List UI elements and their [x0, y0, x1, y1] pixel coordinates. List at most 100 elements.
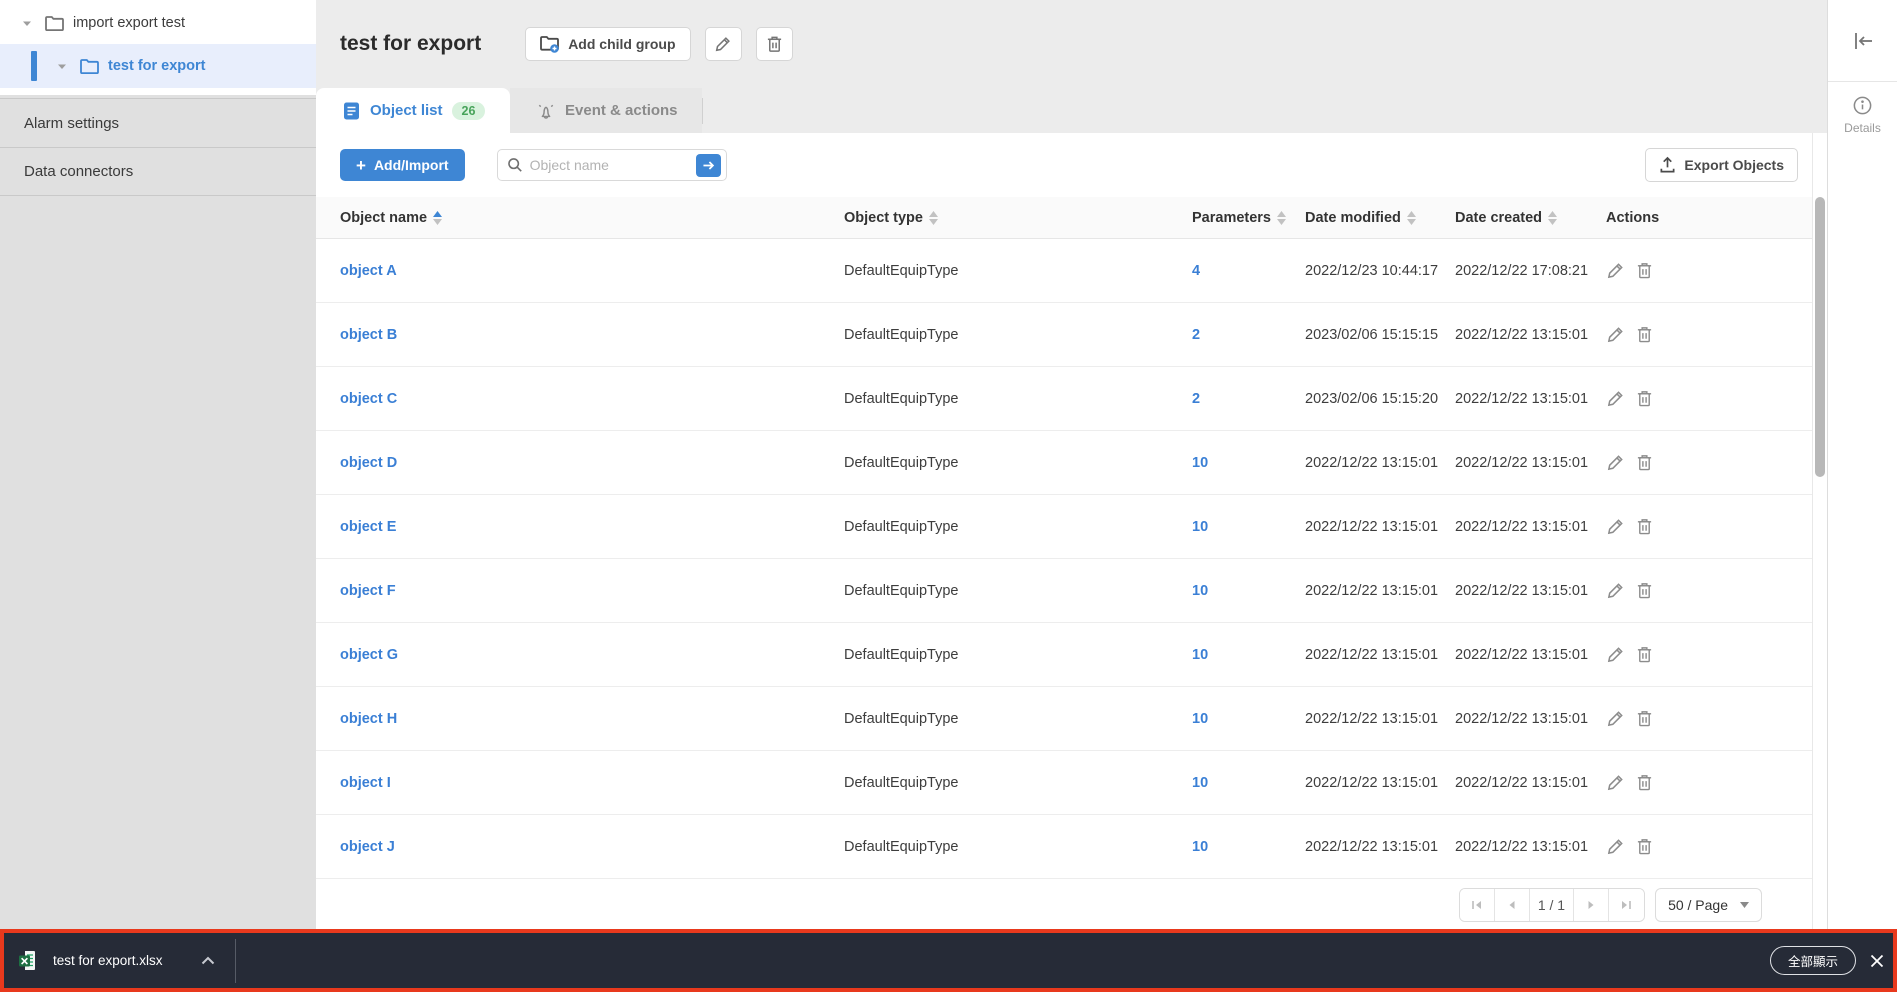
chevron-up-icon[interactable]	[201, 956, 215, 965]
date-created-cell: 2022/12/22 13:15:01	[1455, 711, 1606, 727]
parameters-link[interactable]: 10	[1192, 775, 1305, 791]
vertical-scrollbar[interactable]	[1812, 133, 1827, 929]
last-page-button[interactable]	[1609, 889, 1644, 921]
object-name-link[interactable]: object D	[340, 455, 844, 471]
delete-row-icon[interactable]	[1636, 453, 1653, 472]
edit-row-icon[interactable]	[1606, 581, 1625, 600]
delete-row-icon[interactable]	[1636, 709, 1653, 728]
table-row: object G DefaultEquipType 10 2022/12/22 …	[316, 623, 1812, 687]
parameters-link[interactable]: 10	[1192, 519, 1305, 535]
object-search-input[interactable]	[530, 157, 696, 173]
prev-page-button[interactable]	[1495, 889, 1530, 921]
parameters-link[interactable]: 10	[1192, 839, 1305, 855]
page-size-select[interactable]: 50 / Page	[1655, 888, 1762, 922]
delete-row-icon[interactable]	[1636, 325, 1653, 344]
sidebar-item-alarm-settings[interactable]: Alarm settings	[0, 98, 316, 147]
folder-plus-icon	[540, 36, 560, 53]
delete-row-icon[interactable]	[1636, 773, 1653, 792]
pager: 1 / 1	[1459, 888, 1645, 922]
date-modified-cell: 2022/12/22 13:15:01	[1305, 455, 1455, 471]
object-name-link[interactable]: object E	[340, 519, 844, 535]
tab-object-list[interactable]: Object list 26	[316, 88, 510, 133]
tree-item-test-for-export[interactable]: test for export	[0, 44, 316, 88]
sort-icon[interactable]	[1548, 211, 1557, 225]
column-header-object-name[interactable]: Object name	[340, 210, 844, 226]
search-submit-button[interactable]	[696, 154, 721, 177]
edit-row-icon[interactable]	[1606, 453, 1625, 472]
parameters-link[interactable]: 10	[1192, 455, 1305, 471]
parameters-link[interactable]: 10	[1192, 647, 1305, 663]
delete-row-icon[interactable]	[1636, 581, 1653, 600]
scrollbar-thumb[interactable]	[1815, 197, 1825, 477]
date-modified-cell: 2022/12/22 13:15:01	[1305, 583, 1455, 599]
caret-down-icon	[1740, 902, 1749, 908]
object-count-badge: 26	[452, 102, 486, 120]
parameters-link[interactable]: 2	[1192, 327, 1305, 343]
object-name-link[interactable]: object H	[340, 711, 844, 727]
edit-row-icon[interactable]	[1606, 389, 1625, 408]
details-tab[interactable]: Details	[1828, 82, 1897, 135]
delete-row-icon[interactable]	[1636, 517, 1653, 536]
date-modified-cell: 2022/12/22 13:15:01	[1305, 647, 1455, 663]
sort-icon[interactable]	[1407, 211, 1416, 225]
add-child-group-button[interactable]: Add child group	[525, 27, 690, 61]
caret-down-icon[interactable]	[22, 20, 32, 27]
sort-icon[interactable]	[433, 211, 442, 225]
delete-group-button[interactable]	[756, 27, 793, 61]
export-objects-button[interactable]: Export Objects	[1645, 148, 1798, 182]
downloaded-file-name[interactable]: test for export.xlsx	[53, 953, 163, 968]
table-row: object C DefaultEquipType 2 2023/02/06 1…	[316, 367, 1812, 431]
delete-row-icon[interactable]	[1636, 837, 1653, 856]
edit-row-icon[interactable]	[1606, 517, 1625, 536]
add-import-button[interactable]: + Add/Import	[340, 149, 465, 181]
object-name-link[interactable]: object C	[340, 391, 844, 407]
column-header-date-created[interactable]: Date created	[1455, 210, 1606, 226]
edit-group-button[interactable]	[705, 27, 742, 61]
edit-row-icon[interactable]	[1606, 837, 1625, 856]
object-type-cell: DefaultEquipType	[844, 391, 1192, 407]
delete-row-icon[interactable]	[1636, 261, 1653, 280]
parameters-link[interactable]: 10	[1192, 583, 1305, 599]
delete-row-icon[interactable]	[1636, 645, 1653, 664]
sort-icon[interactable]	[1277, 211, 1286, 225]
tree-item-import-export-test[interactable]: import export test	[0, 2, 316, 44]
sort-icon[interactable]	[929, 211, 938, 225]
object-name-link[interactable]: object B	[340, 327, 844, 343]
collapse-panel-button[interactable]	[1828, 0, 1897, 82]
parameters-link[interactable]: 4	[1192, 263, 1305, 279]
tab-event-actions[interactable]: Event & actions	[510, 88, 702, 133]
page-size-label: 50 / Page	[1668, 897, 1728, 913]
sidebar-item-data-connectors[interactable]: Data connectors	[0, 147, 316, 196]
table-body: object A DefaultEquipType 4 2022/12/23 1…	[316, 239, 1812, 879]
edit-row-icon[interactable]	[1606, 261, 1625, 280]
object-name-link[interactable]: object G	[340, 647, 844, 663]
column-header-parameters[interactable]: Parameters	[1192, 210, 1305, 226]
object-name-link[interactable]: object I	[340, 775, 844, 791]
next-page-button[interactable]	[1574, 889, 1609, 921]
table-row: object B DefaultEquipType 2 2023/02/06 1…	[316, 303, 1812, 367]
date-modified-cell: 2022/12/23 10:44:17	[1305, 263, 1455, 279]
parameters-link[interactable]: 10	[1192, 711, 1305, 727]
show-all-downloads-button[interactable]: 全部顯示	[1770, 946, 1856, 975]
parameters-link[interactable]: 2	[1192, 391, 1305, 407]
delete-row-icon[interactable]	[1636, 389, 1653, 408]
table-row: object A DefaultEquipType 4 2022/12/23 1…	[316, 239, 1812, 303]
column-header-object-type[interactable]: Object type	[844, 210, 1192, 226]
close-icon[interactable]	[1870, 954, 1884, 968]
object-name-link[interactable]: object A	[340, 263, 844, 279]
column-header-date-modified[interactable]: Date modified	[1305, 210, 1455, 226]
edit-row-icon[interactable]	[1606, 709, 1625, 728]
edit-row-icon[interactable]	[1606, 325, 1625, 344]
object-name-link[interactable]: object F	[340, 583, 844, 599]
edit-row-icon[interactable]	[1606, 773, 1625, 792]
first-page-button[interactable]	[1460, 889, 1495, 921]
page-indicator: 1 / 1	[1530, 889, 1574, 921]
table-row: object F DefaultEquipType 10 2022/12/22 …	[316, 559, 1812, 623]
row-actions	[1606, 261, 1812, 280]
caret-down-icon[interactable]	[57, 63, 67, 70]
column-label: Date modified	[1305, 210, 1401, 226]
object-name-link[interactable]: object J	[340, 839, 844, 855]
edit-row-icon[interactable]	[1606, 645, 1625, 664]
date-modified-cell: 2023/02/06 15:15:15	[1305, 327, 1455, 343]
table-row: object J DefaultEquipType 10 2022/12/22 …	[316, 815, 1812, 879]
